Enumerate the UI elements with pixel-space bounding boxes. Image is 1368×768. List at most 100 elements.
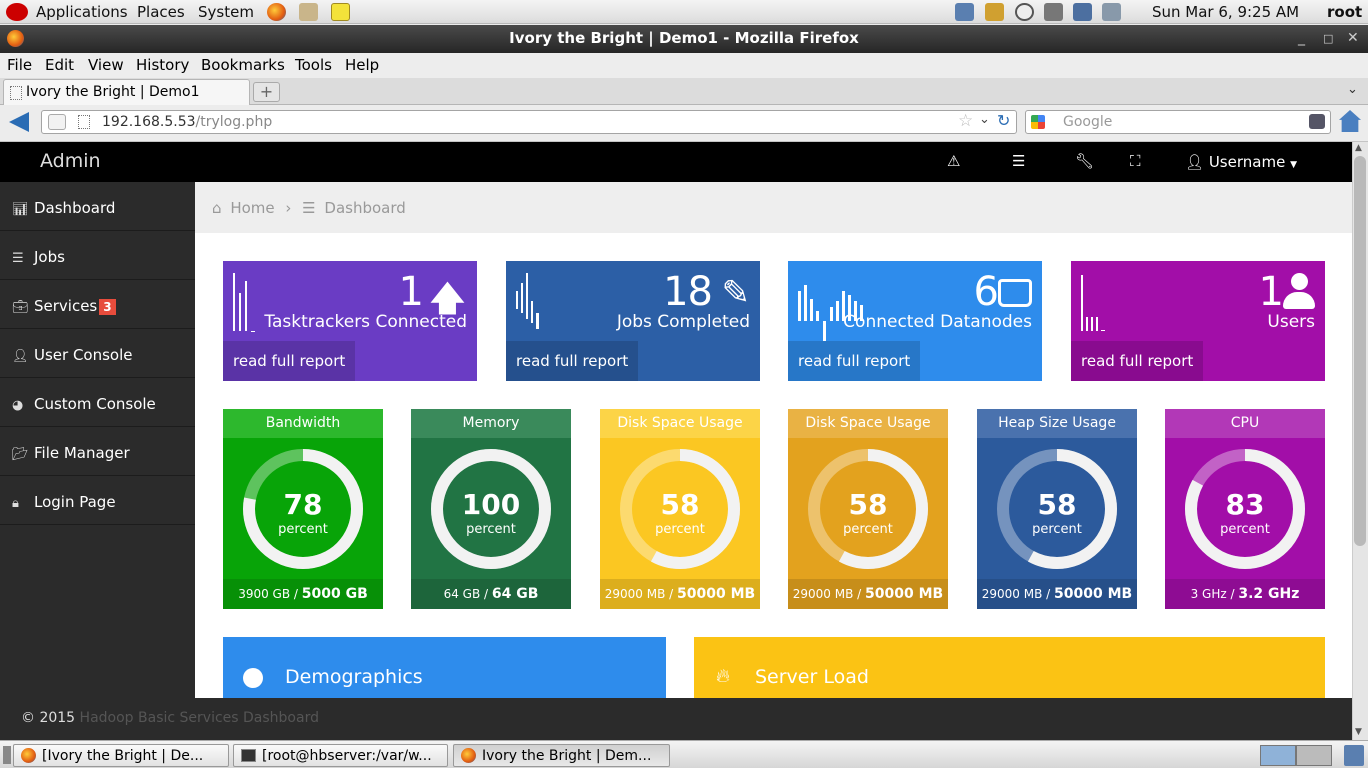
panel-clock[interactable]: Sun Mar 6, 9:25 AM: [1152, 3, 1299, 21]
volume-icon[interactable]: [1044, 3, 1063, 21]
gauge-value: 58: [1037, 488, 1077, 521]
read-full-report-link[interactable]: read full report: [223, 341, 356, 381]
scroll-down-icon[interactable]: ▼: [1355, 727, 1362, 737]
search-go-icon[interactable]: [1309, 114, 1325, 129]
bookmark-star-icon[interactable]: ☆: [958, 111, 973, 131]
site-identity-icon[interactable]: [48, 114, 66, 130]
gauge-footer: 64 GB / 64 GB: [411, 579, 571, 609]
menu-help[interactable]: Help: [345, 56, 379, 74]
chart-icon: 📊︎: [12, 202, 29, 217]
warning-icon[interactable]: ⚠: [947, 152, 960, 170]
places-menu[interactable]: Places: [137, 3, 185, 21]
network-monitor-icon[interactable]: [955, 3, 974, 21]
breadcrumb-home[interactable]: Home: [230, 199, 274, 217]
footer-link[interactable]: Hadoop Basic Services Dashboard: [80, 710, 319, 726]
scroll-up-icon[interactable]: ▲: [1355, 143, 1362, 153]
menu-history[interactable]: History: [136, 56, 189, 74]
sidebar-item-services[interactable]: 💼︎ Services 3: [0, 280, 195, 329]
gauge-footer: 29000 MB / 50000 MB: [977, 579, 1137, 609]
user-dropdown[interactable]: 👤︎ Username ▼: [1185, 153, 1297, 171]
google-search-icon[interactable]: [1031, 115, 1045, 129]
gauge-heap-size-usage: Heap Size Usage 58 percent 29000 MB / 50000…: [977, 409, 1137, 609]
app-brand[interactable]: Admin: [40, 150, 101, 172]
sidebar-item-file-manager[interactable]: 📂︎ File Manager: [0, 427, 195, 476]
sidebar-item-user-console[interactable]: 👤︎ User Console: [0, 329, 195, 378]
window-title: Ivory the Bright | Demo1 - Mozilla Firef…: [509, 29, 859, 47]
trash-icon[interactable]: [1344, 745, 1364, 766]
sidebar-item-dashboard[interactable]: 📊︎ Dashboard: [0, 182, 195, 231]
user-icon: 👤︎: [12, 349, 29, 364]
breadcrumb-current: Dashboard: [324, 199, 406, 217]
fullscreen-icon[interactable]: ⛶: [1130, 152, 1141, 170]
reload-icon[interactable]: ↻: [997, 111, 1010, 130]
gauge-total: 5000 GB: [301, 586, 368, 602]
redhat-icon[interactable]: [6, 3, 28, 21]
maximize-icon[interactable]: □: [1323, 25, 1333, 52]
workspace-1[interactable]: [1260, 745, 1296, 766]
url-bar[interactable]: 192.168.5.53/trylog.php ☆ ⌄ ↻: [41, 110, 1017, 134]
sidebar-item-login-page[interactable]: 🔒︎ Login Page: [0, 476, 195, 525]
scrollbar-thumb[interactable]: [1354, 156, 1366, 546]
dashboard-icon: ◕: [12, 398, 24, 413]
lock-icon: 🔒︎: [12, 496, 19, 511]
search-bar[interactable]: Google: [1025, 110, 1331, 134]
fire-icon: 🔥︎: [716, 665, 730, 687]
taskbar-item-terminal[interactable]: [root@hbserver:/var/w...: [233, 744, 448, 767]
gauge-unit: percent: [843, 522, 893, 537]
menu-view[interactable]: View: [88, 56, 124, 74]
sidebar-item-custom-console[interactable]: ◕ Custom Console: [0, 378, 195, 427]
clipboard-icon[interactable]: [1102, 3, 1121, 21]
gauge-total: 64 GB: [491, 586, 539, 602]
gauge-unit: percent: [1032, 522, 1082, 537]
gauge-used: 29000 MB /: [604, 587, 674, 601]
gauge-used: 29000 MB /: [792, 587, 862, 601]
menubar: File Edit View History Bookmarks Tools H…: [0, 53, 1368, 78]
tab-list-icon[interactable]: ⌄: [1347, 82, 1358, 97]
stat-label: Tasktrackers Connected: [264, 312, 467, 332]
breadcrumb: ⌂ Home › ☰ Dashboard: [212, 199, 406, 217]
taskbar-item-firefox-1[interactable]: [Ivory the Bright | De...: [13, 744, 229, 767]
clock-icon[interactable]: [1015, 3, 1034, 21]
wrench-icon[interactable]: 🔧︎: [1075, 152, 1094, 170]
menu-edit[interactable]: Edit: [45, 56, 74, 74]
globe-icon: [243, 668, 263, 688]
window-titlebar[interactable]: Ivory the Bright | Demo1 - Mozilla Firef…: [0, 25, 1368, 53]
gauge-value: 58: [660, 488, 700, 521]
close-icon[interactable]: ✕: [1347, 25, 1359, 52]
taskbar-item-firefox-active[interactable]: Ivory the Bright | Dem...: [453, 744, 670, 767]
menu-tools[interactable]: Tools: [295, 56, 332, 74]
workspace-2[interactable]: [1296, 745, 1332, 766]
caret-down-icon: ▼: [1290, 160, 1297, 170]
mouse-cursor-icon: [570, 165, 577, 181]
sidebar: 📊︎ Dashboard ☰ Jobs 💼︎ Services 3 👤︎ User Con…: [0, 182, 195, 698]
sidebar-item-jobs[interactable]: ☰ Jobs: [0, 231, 195, 280]
url-path: /trylog.php: [195, 114, 273, 130]
tasks-icon[interactable]: ☰: [1012, 152, 1025, 170]
tab-current[interactable]: Ivory the Bright | Demo1: [3, 79, 250, 105]
hdd-icon: [998, 279, 1032, 307]
panel-user[interactable]: root: [1327, 3, 1362, 21]
gauge-title: Heap Size Usage: [977, 409, 1137, 438]
minimize-icon[interactable]: _: [1298, 25, 1305, 52]
system-menu[interactable]: System: [198, 3, 254, 21]
app-footer: © 2015 Hadoop Basic Services Dashboard: [0, 698, 1352, 740]
network-status-icon[interactable]: [1073, 3, 1092, 21]
show-desktop-icon[interactable]: [3, 746, 11, 764]
menu-bookmarks[interactable]: Bookmarks: [201, 56, 285, 74]
url-dropdown-icon[interactable]: ⌄: [979, 112, 990, 127]
new-tab-button[interactable]: +: [253, 82, 280, 102]
read-full-report-link[interactable]: read full report: [506, 341, 639, 381]
back-arrow-icon[interactable]: [9, 112, 29, 132]
notes-launcher-icon[interactable]: [331, 3, 350, 21]
mail-launcher-icon[interactable]: [299, 3, 318, 21]
gauge-used: 29000 MB /: [981, 587, 1051, 601]
read-full-report-link[interactable]: read full report: [1071, 341, 1204, 381]
menu-file[interactable]: File: [7, 56, 32, 74]
url-host: 192.168.5.53: [102, 114, 196, 130]
gauge-total: 50000 MB: [1054, 586, 1133, 602]
updates-icon[interactable]: [985, 3, 1004, 21]
read-full-report-link[interactable]: read full report: [788, 341, 921, 381]
applications-menu[interactable]: Applications: [36, 3, 128, 21]
gauge-value: 83: [1225, 488, 1265, 521]
firefox-launcher-icon[interactable]: [267, 3, 286, 21]
